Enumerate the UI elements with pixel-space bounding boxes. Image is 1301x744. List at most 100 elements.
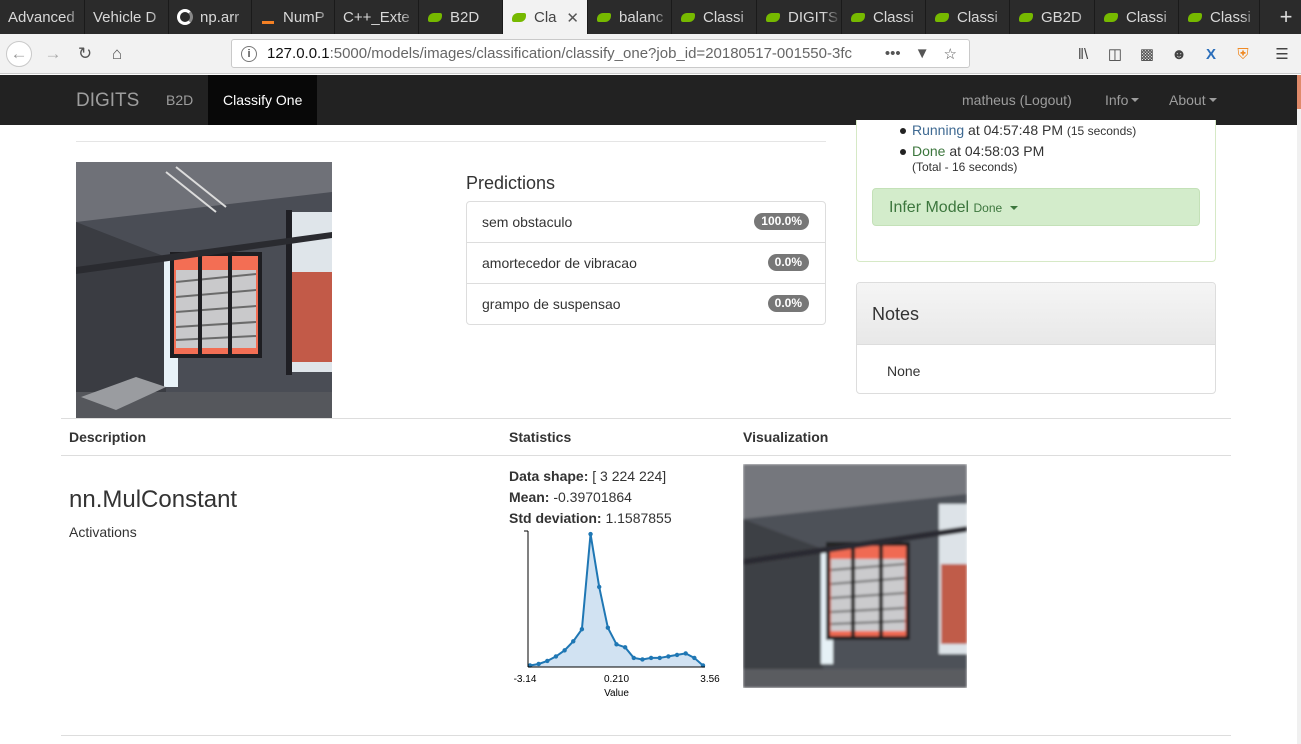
predictions-title: Predictions [466,173,556,193]
reload-icon[interactable]: ↻ [72,41,98,67]
layer-name: nn.MulConstant [69,486,238,513]
browser-tab[interactable]: Classi [1095,0,1179,34]
status-running: Running at 04:57:48 PM (15 seconds) [900,120,1136,141]
status-running-time: at 04:57:48 PM [964,122,1067,138]
browser-tab[interactable]: C++_Exte [335,0,419,34]
brand-link[interactable]: DIGITS [76,90,139,112]
browser-tab-label: B2D [450,8,480,26]
total-duration: (Total - 16 seconds) [912,160,1018,174]
prediction-badge: 0.0% [767,254,809,271]
histogram-point [614,642,619,647]
browser-tab[interactable]: GB2D [1010,0,1095,34]
nav-about-dropdown[interactable]: About [1169,75,1217,125]
prediction-badge: 100.0% [754,213,809,230]
browser-tab[interactable]: Classi [672,0,757,34]
extension-x-icon[interactable]: X [1200,43,1222,65]
address-bar[interactable]: i 127.0.0.1:5000/models/images/classific… [231,39,970,68]
x-axis-label: Value [604,688,629,699]
nav-b2d[interactable]: B2D [166,75,193,125]
browser-tab[interactable]: Classi [926,0,1010,34]
page-scrollbar[interactable] [1297,75,1301,744]
divider [61,735,1231,736]
site-info-icon[interactable]: i [241,45,257,62]
infer-model-label: Infer Model [889,199,970,216]
divider [61,455,1231,456]
layer-statistics: Data shape: [ 3 224 224] Mean: -0.397018… [509,466,672,529]
prediction-label: sem obstaculo [482,214,573,230]
notes-title: Notes [857,283,1215,345]
browser-tab[interactable]: balanc [588,0,672,34]
browser-tab[interactable]: Advanced [0,0,85,34]
browser-tab-label: Cla [534,8,557,26]
nvidia-favicon-icon [511,9,527,25]
nvidia-favicon-icon [934,9,950,25]
library-icon[interactable]: ‖\ [1072,43,1094,65]
nav-about-label: About [1169,92,1206,108]
bookmark-star-icon[interactable]: ☆ [944,45,957,63]
col-description: Description [69,429,147,445]
histogram-point [553,654,559,659]
home-icon[interactable]: ⌂ [104,41,130,67]
forward-arrow-icon[interactable]: → [40,41,66,67]
extension-shield-icon[interactable]: ⛨ [1232,43,1254,65]
browser-tab[interactable]: Classi [842,0,926,34]
tab-fade [907,0,925,34]
nav-classify-one[interactable]: Classify One [208,75,318,125]
page-actions-icon[interactable]: ••• [885,45,901,63]
histogram-point [597,584,602,590]
infer-model-dropdown[interactable]: Infer Model Done [872,188,1200,226]
browser-tab[interactable]: Vehicle D [85,0,169,34]
prediction-label: amortecedor de vibracao [482,255,637,271]
back-arrow-icon[interactable]: ← [6,41,32,67]
list-item: amortecedor de vibracao 0.0% [467,243,825,284]
x-tick-label: 0.210 [604,674,629,685]
chevron-down-icon [1009,205,1018,210]
close-tab-icon[interactable]: ✕ [566,9,579,27]
screenshot-icon[interactable]: ▩ [1136,43,1158,65]
stat-mean: Mean: -0.39701864 [509,489,632,505]
histogram-point [622,645,628,650]
histogram-point [631,655,636,661]
browser-tab[interactable]: DIGITS [757,0,842,34]
col-visualization: Visualization [743,429,829,445]
status-running-link[interactable]: Running [912,122,964,138]
list-item: sem obstaculo 100.0% [467,202,825,243]
tab-fade [66,0,84,34]
menu-hamburger-icon[interactable]: ☰ [1271,43,1293,65]
pocket-icon[interactable]: ▼ [915,45,930,63]
tab-fade [400,0,418,34]
nvidia-favicon-icon [850,9,866,25]
tab-fade [1160,0,1178,34]
nvidia-favicon-icon [427,9,443,25]
url-text[interactable]: 127.0.0.1:5000/models/images/classificat… [267,45,885,62]
browser-tab[interactable]: np.arr [169,0,252,34]
status-done: Done at 04:58:03 PM [900,141,1136,162]
browser-tab[interactable]: NumP [252,0,335,34]
browser-tab[interactable]: Cla ✕ [503,0,588,34]
nvidia-favicon-icon [1018,9,1034,25]
nvidia-favicon-icon [1187,9,1203,25]
status-running-duration: (15 seconds) [1066,124,1137,138]
tab-fade [150,0,168,34]
browser-tab[interactable]: B2D [419,0,503,34]
nav-user-logout[interactable]: matheus (Logout) [962,75,1072,125]
tab-fade [991,0,1009,34]
browser-tab[interactable]: Classi [1179,0,1260,34]
infer-model-status: Done [973,201,1003,215]
tab-fade [653,0,671,34]
list-item: grampo de suspensao 0.0% [467,284,825,324]
input-image [76,162,332,418]
browser-tab-label: Vehicle D [93,8,157,26]
new-tab-button[interactable]: + [1271,0,1301,34]
histogram-point [648,655,654,661]
status-done-link[interactable]: Done [912,143,945,159]
sidebar-icon[interactable]: ◫ [1104,43,1126,65]
tab-fade [1076,0,1094,34]
nav-info-dropdown[interactable]: Info [1105,75,1140,125]
layer-type: Activations [69,524,137,540]
tab-fade [484,0,502,34]
histogram-point [588,531,593,537]
histogram-point [605,625,611,630]
page-scrollbar-thumb[interactable] [1297,75,1301,109]
extension-user-icon[interactable]: ☻ [1168,43,1190,65]
